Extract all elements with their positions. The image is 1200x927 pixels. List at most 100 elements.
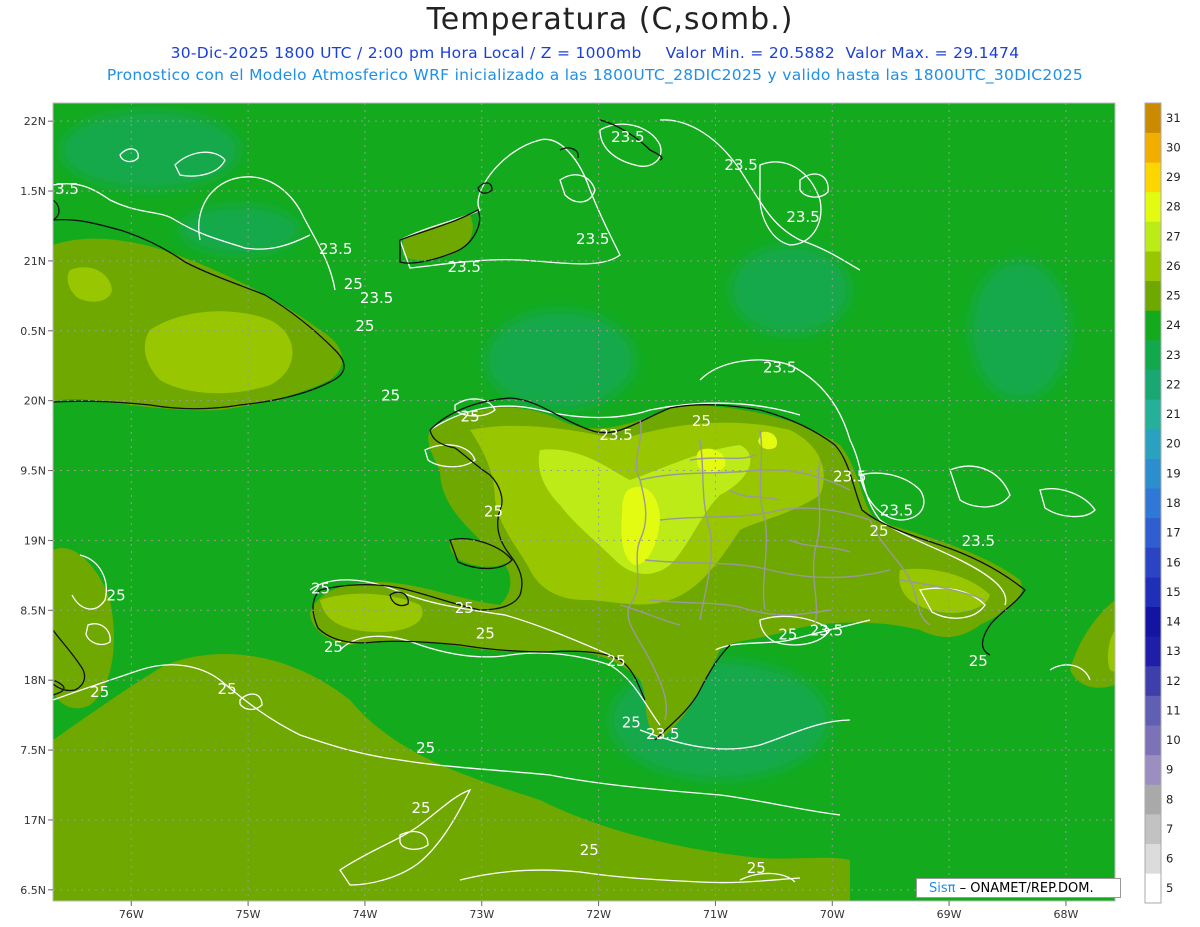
colorbar-label: 25 [1166,289,1181,303]
colorbar-label: 22 [1166,377,1181,391]
colorbar-swatch [1145,280,1161,311]
lon-tick-label: 76W [119,908,144,921]
contour-label: 23.5 [763,359,796,377]
lon-tick-label: 68W [1053,908,1078,921]
colorbar-label: 6 [1166,852,1173,866]
lon-tick-label: 70W [820,908,845,921]
lat-tick-label: 9.5N [20,465,46,478]
lat-tick-label: 1.5N [20,185,46,198]
colorbar-swatch [1145,873,1161,904]
contour-label: 23.5 [360,289,393,307]
colorbar-swatch [1145,488,1161,519]
colorbar-label: 18 [1166,496,1181,510]
colorbar-label: 16 [1166,555,1181,569]
colorbar-swatch [1145,103,1161,133]
contour-label: 23.5 [319,240,352,258]
colorbar-label: 28 [1166,200,1181,214]
contour-label: 25 [107,587,126,605]
colorbar-swatch [1145,340,1161,370]
colorbar-swatch [1145,577,1161,608]
temperature-map: 3.523.523.525252523.523.523.523.523.523.… [20,102,1181,921]
contour-label: 23.5 [810,621,843,639]
contour-label: 25 [778,626,797,644]
lon-tick-label: 74W [353,908,378,921]
colorbar-swatch [1145,517,1161,548]
contour-label: 25 [311,580,330,598]
colorbar-label: 5 [1166,881,1173,895]
lon-tick-label: 75W [236,908,261,921]
colorbar-label: 24 [1166,318,1181,332]
lat-tick-label: 7.5N [20,744,46,757]
lat-tick-label: 8.5N [20,604,46,617]
contour-label: 25 [692,412,711,430]
contour-label: 25 [461,408,480,426]
contour-label: 23.5 [786,208,819,226]
credit-brand: Sisπ [929,881,956,896]
contour-label: 25 [381,387,400,405]
colorbar-swatch [1145,458,1161,489]
colorbar-swatch [1145,251,1161,282]
lat-tick-label: 20N [24,395,46,408]
lon-tick-label: 71W [703,908,728,921]
contour-label: 25 [218,680,237,698]
lat-tick-label: 22N [24,115,46,128]
contour-label: 23.5 [576,230,609,248]
colorbar-swatch [1145,754,1161,785]
credit-box: Sisπ – ONAMET/REP.DOM. [916,878,1121,898]
lat-tick-label: 19N [24,534,46,547]
colorbar-label: 20 [1166,437,1181,451]
colorbar-label: 14 [1166,615,1181,629]
contour-label: 25 [90,683,109,701]
colorbar-label: 27 [1166,229,1181,243]
contour-label: 25 [969,652,988,670]
colorbar-label: 13 [1166,644,1181,658]
lon-tick-label: 73W [469,908,494,921]
contour-label: 25 [344,275,363,293]
lon-tick-label: 69W [937,908,962,921]
credit-text: – ONAMET/REP.DOM. [955,881,1094,896]
colorbar-label: 19 [1166,466,1181,480]
colorbar-label: 7 [1166,822,1173,836]
contour-label: 25 [455,599,474,617]
colorbar-swatch [1145,784,1161,815]
contour-label: 23.5 [880,501,913,519]
colorbar-swatch [1145,606,1161,637]
contour-label: 25 [607,652,626,670]
colorbar-label: 11 [1166,703,1181,717]
contour-label: 25 [869,522,888,540]
colorbar-swatch [1145,725,1161,756]
contour-label: 23.5 [833,468,866,486]
colorbar-swatch [1145,221,1161,252]
colorbar-swatch [1145,665,1161,696]
contour-label: 25 [484,503,503,521]
lat-tick-label: 18N [24,674,46,687]
colorbar-swatch [1145,399,1161,430]
temperature-colorbar: 5 6 7 8 9 10 11 12 13 14 15 16 17 18 19 20 21 22 23 24 25 26 2… [1144,102,1181,904]
colorbar-label: 9 [1166,763,1173,777]
colorbar-swatch [1145,428,1161,459]
contour-label: 25 [580,841,599,859]
lat-tick-label: 6.5N [20,884,46,897]
lon-tick-label: 72W [586,908,611,921]
colorbar-label: 12 [1166,674,1181,688]
colorbar-label: 23 [1166,348,1181,362]
contour-label: 3.5 [55,180,79,198]
colorbar-label: 17 [1166,526,1181,540]
colorbar-swatch [1145,695,1161,726]
colorbar-label: 29 [1166,170,1181,184]
colorbar-label: 30 [1166,140,1181,154]
contour-label: 25 [476,624,495,642]
colorbar-swatch [1145,814,1161,845]
lat-tick-label: 0.5N [20,325,46,338]
colorbar-label: 31 [1166,111,1181,125]
colorbar-label: 10 [1166,733,1181,747]
colorbar-swatch [1145,132,1161,163]
contour-label: 23.5 [646,725,679,743]
lat-tick-label: 21N [24,255,46,268]
colorbar-label: 26 [1166,259,1181,273]
colorbar-swatch [1145,191,1161,222]
colorbar-label: 15 [1166,585,1181,599]
contour-label: 23.5 [611,128,644,146]
colorbar-label: 21 [1166,407,1181,421]
contour-label: 25 [622,714,641,732]
